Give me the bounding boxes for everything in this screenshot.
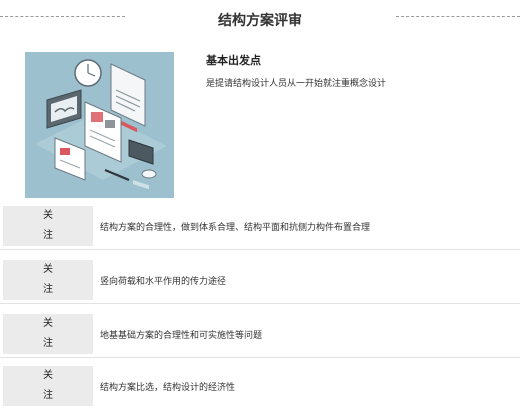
focus-item-text: 竖向荷载和水平作用的传力途径 bbox=[100, 276, 227, 287]
focus-tag-label: 关 注 bbox=[43, 264, 53, 295]
header-divider-left bbox=[0, 16, 125, 17]
intro-heading: 基本出发点 bbox=[206, 54, 261, 67]
header-divider-right bbox=[396, 16, 520, 17]
page-title: 结构方案评审 bbox=[218, 13, 302, 29]
isometric-document-illustration bbox=[25, 52, 174, 198]
focus-item-text: 地基基础方案的合理性和可实施性等问题 bbox=[100, 330, 263, 341]
row-divider bbox=[0, 357, 520, 358]
focus-item: 关 注 地基基础方案的合理性和可实施性等问题 bbox=[0, 310, 520, 358]
focus-tag-label: 关 注 bbox=[43, 318, 53, 349]
focus-tag[interactable]: 关 注 bbox=[3, 314, 93, 354]
illustration-graphic bbox=[35, 59, 167, 190]
row-divider bbox=[0, 249, 520, 250]
focus-tag-label: 关 注 bbox=[43, 210, 53, 241]
row-divider bbox=[0, 303, 520, 304]
intro-description: 是提请结构设计人员从一开始就注重概念设计 bbox=[206, 79, 387, 89]
focus-tag[interactable]: 关 注 bbox=[3, 366, 93, 406]
focus-item: 关 注 竖向荷载和水平作用的传力途径 bbox=[0, 256, 520, 304]
focus-item-text: 结构方案的合理性，做到体系合理、结构平面和抗侧力构件布置合理 bbox=[100, 222, 371, 233]
focus-item: 关 注 结构方案的合理性，做到体系合理、结构平面和抗侧力构件布置合理 bbox=[0, 202, 520, 250]
focus-tag-label: 关 注 bbox=[43, 370, 53, 401]
focus-tag[interactable]: 关 注 bbox=[3, 206, 93, 246]
focus-item-text: 结构方案比选，结构设计的经济性 bbox=[100, 382, 236, 393]
section-header: 结构方案评审 bbox=[0, 0, 520, 40]
focus-tag[interactable]: 关 注 bbox=[3, 260, 93, 300]
focus-item: 关 注 结构方案比选，结构设计的经济性 bbox=[0, 362, 520, 410]
